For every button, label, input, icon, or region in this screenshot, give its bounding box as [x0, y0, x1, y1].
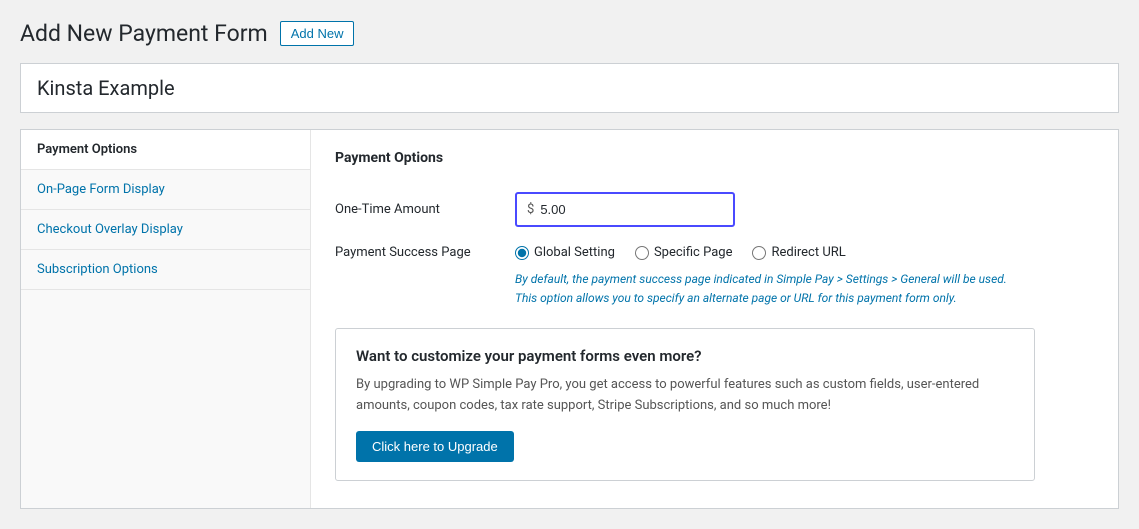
- one-time-amount-label: One-Time Amount: [335, 202, 515, 217]
- upgrade-title: Want to customize your payment forms eve…: [356, 347, 1014, 365]
- page-title: Add New Payment Form: [20, 20, 268, 47]
- help-text: By default, the payment success page ind…: [515, 270, 1094, 308]
- upgrade-description: By upgrading to WP Simple Pay Pro, you g…: [356, 375, 1014, 417]
- currency-symbol: $: [527, 202, 534, 217]
- one-time-amount-row: One-Time Amount $: [335, 192, 1094, 227]
- add-new-button[interactable]: Add New: [280, 21, 355, 46]
- radio-group: Global Setting Specific Page Redirect UR…: [515, 245, 846, 260]
- payment-success-page-row: Payment Success Page Global Setting Spec…: [335, 245, 1094, 260]
- sidebar: Payment Options On-Page Form Display Che…: [21, 130, 311, 508]
- radio-global-setting[interactable]: Global Setting: [515, 245, 615, 260]
- radio-specific-page[interactable]: Specific Page: [635, 245, 733, 260]
- form-body: Payment Options On-Page Form Display Che…: [20, 129, 1119, 509]
- section-title: Payment Options: [335, 150, 1094, 174]
- payment-success-label: Payment Success Page: [335, 245, 515, 260]
- sidebar-item-subscription-options[interactable]: Subscription Options: [21, 250, 310, 290]
- upgrade-button[interactable]: Click here to Upgrade: [356, 431, 514, 462]
- main-content: Payment Options One-Time Amount $ Paymen…: [311, 130, 1118, 508]
- form-name: Kinsta Example: [37, 76, 175, 100]
- upgrade-box: Want to customize your payment forms eve…: [335, 328, 1035, 481]
- page-header: Add New Payment Form Add New: [20, 20, 1119, 47]
- sidebar-item-payment-options[interactable]: Payment Options: [21, 130, 310, 170]
- amount-input[interactable]: [540, 202, 620, 217]
- form-title-bar: Kinsta Example: [20, 63, 1119, 113]
- sidebar-item-checkout-overlay-display[interactable]: Checkout Overlay Display: [21, 210, 310, 250]
- radio-redirect-url[interactable]: Redirect URL: [752, 245, 845, 260]
- sidebar-item-on-page-form-display[interactable]: On-Page Form Display: [21, 170, 310, 210]
- one-time-amount-box: $: [515, 192, 735, 227]
